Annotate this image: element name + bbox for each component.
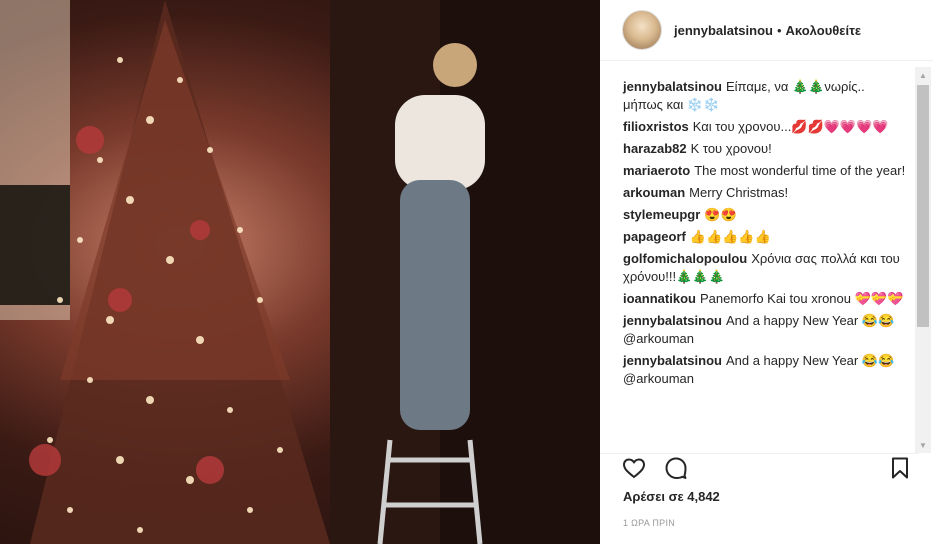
comment-username[interactable]: jennybalatsinou: [623, 79, 722, 94]
actions-divider: [600, 453, 918, 454]
post-photo[interactable]: [0, 0, 600, 544]
post-actions: [622, 456, 912, 480]
comment-username[interactable]: jennybalatsinou: [623, 353, 722, 368]
comment-username[interactable]: mariaeroto: [623, 163, 690, 178]
comment-item: harazab82 Κ του χρονου!: [600, 140, 920, 158]
header-separator: •: [776, 22, 782, 38]
header-text: jennybalatsinou • Ακολουθείτε: [674, 23, 861, 38]
comment-text: Merry Christmas!: [689, 185, 789, 200]
avatar[interactable]: [622, 10, 662, 50]
comment-item: jennybalatsinou And a happy New Year 😂😂 @…: [600, 352, 920, 388]
comment-item: golfomichalopoulou Χρόνια σας πολλά και τ…: [600, 250, 920, 286]
comment-item: filioxristos Και του χρονου...💋💋💗💗💗💗: [600, 118, 920, 136]
scroll-down-arrow-icon[interactable]: ▼: [915, 437, 931, 453]
comments-list[interactable]: jennybalatsinou Είπαμε, να 🎄🎄νωρίς.. μήπω…: [600, 78, 920, 450]
christmas-tree-scene: [0, 0, 600, 544]
comment-text: The most wonderful time of the year!: [694, 163, 906, 178]
comment-username[interactable]: filioxristos: [623, 119, 689, 134]
comment-username[interactable]: ioannatikou: [623, 291, 696, 306]
header-username[interactable]: jennybalatsinou: [674, 23, 773, 38]
comment-username[interactable]: harazab82: [623, 141, 687, 156]
comment-text: 😍😍: [704, 207, 737, 222]
comment-item: papageorf 👍👍👍👍👍: [600, 228, 920, 246]
comment-text: 👍👍👍👍👍: [689, 229, 771, 244]
comment-username[interactable]: arkouman: [623, 185, 685, 200]
comment-item: jennybalatsinou Είπαμε, να 🎄🎄νωρίς.. μήπω…: [600, 78, 920, 114]
comment-item: mariaeroto The most wonderful time of the…: [600, 162, 920, 180]
comment-bubble-icon[interactable]: [664, 456, 688, 480]
likes-count[interactable]: Αρέσει σε 4,842: [623, 489, 720, 504]
comment-text: Panemorfo Kai tou xronou 💝💝💝: [699, 291, 904, 306]
scrollbar-thumb[interactable]: [917, 85, 929, 327]
comment-item: ioannatikou Panemorfo Kai tou xronou 💝💝💝: [600, 290, 920, 308]
comment-username[interactable]: jennybalatsinou: [623, 313, 722, 328]
comment-text: Και του χρονου...💋💋💗💗💗💗: [692, 119, 889, 134]
post-header: jennybalatsinou • Ακολουθείτε: [600, 0, 933, 61]
comment-username[interactable]: stylemeupgr: [623, 207, 700, 222]
comment-item: arkouman Merry Christmas!: [600, 184, 920, 202]
post-timestamp[interactable]: 1 ΩΡΑ ΠΡΙΝ: [623, 518, 675, 528]
comment-username[interactable]: papageorf: [623, 229, 686, 244]
comment-item: jennybalatsinou And a happy New Year 😂😂 @…: [600, 312, 920, 348]
comments-scrollbar[interactable]: ▲ ▼: [915, 67, 931, 453]
follow-status-button[interactable]: Ακολουθείτε: [786, 23, 862, 38]
comment-text: Κ του χρονου!: [690, 141, 772, 156]
comment-item: stylemeupgr 😍😍: [600, 206, 920, 224]
comment-username[interactable]: golfomichalopoulou: [623, 251, 747, 266]
heart-outline-icon[interactable]: [622, 456, 646, 480]
bookmark-icon[interactable]: [888, 456, 912, 480]
scroll-up-arrow-icon[interactable]: ▲: [915, 67, 931, 83]
